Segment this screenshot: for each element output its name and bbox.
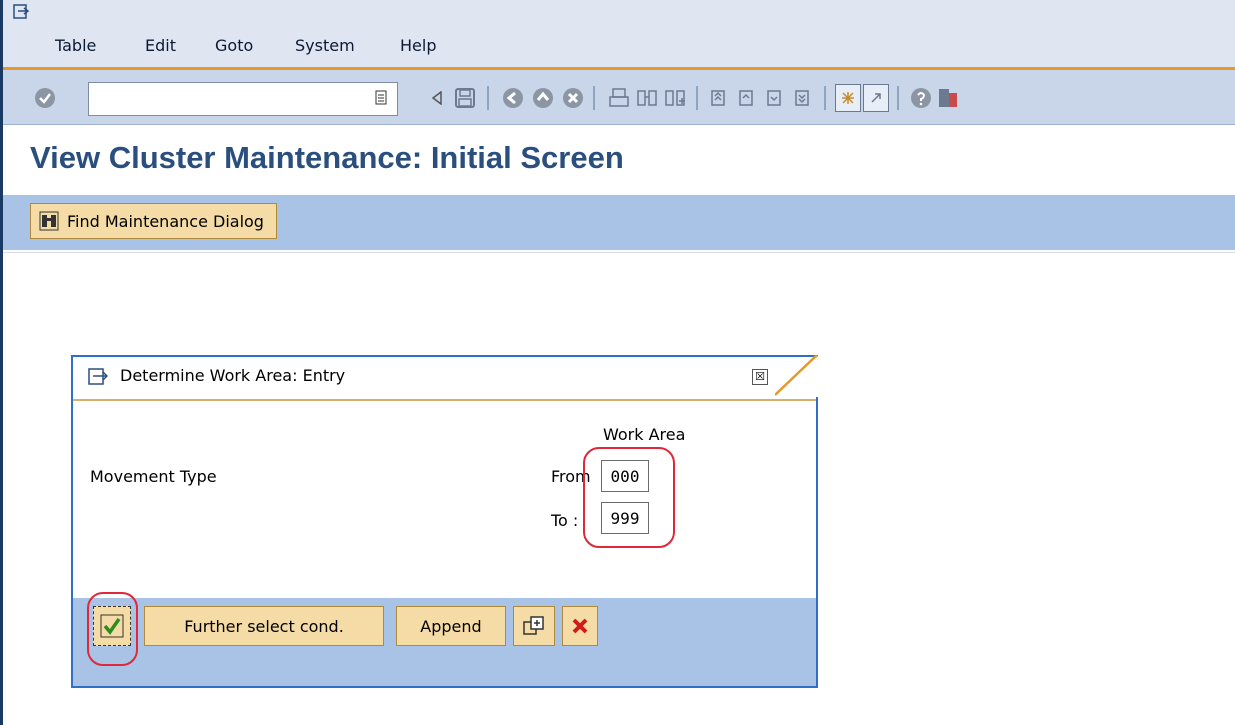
back-icon[interactable] [500,84,526,112]
dialog-menu-icon[interactable] [88,367,108,387]
cancel-x-icon [572,618,588,634]
page-title: View Cluster Maintenance: Initial Screen [30,140,624,175]
cancel-dialog-button[interactable] [562,606,598,646]
command-field[interactable] [88,82,398,116]
work-area-header: Work Area [603,425,686,444]
find-maintenance-dialog-button[interactable]: Find Maintenance Dialog [30,203,277,239]
next-page-icon[interactable] [762,84,788,112]
menu-table[interactable]: Table [55,36,96,55]
find-next-icon[interactable] [662,84,688,112]
to-label: To : [551,511,579,530]
menu-goto[interactable]: Goto [215,36,253,55]
binoculars-icon [39,211,59,231]
create-session-icon[interactable] [835,84,861,112]
enter-check-icon[interactable] [32,84,58,112]
command-history-icon[interactable] [368,84,394,112]
toolbar-separator [593,86,595,110]
dialog-corner-accent [775,355,819,397]
movement-type-label: Movement Type [90,467,217,486]
previous-page-icon[interactable] [734,84,760,112]
print-icon[interactable] [606,84,632,112]
toolbar-separator [897,86,899,110]
save-icon[interactable] [452,84,478,112]
further-select-cond-button[interactable]: Further select cond. [144,606,384,646]
cancel-icon[interactable] [560,84,586,112]
dialog-title: Determine Work Area: Entry [120,366,346,385]
first-page-icon[interactable] [706,84,732,112]
exit-icon[interactable] [530,84,556,112]
toolbar-separator [487,86,489,110]
back-triangle-icon[interactable] [424,84,450,112]
help-icon[interactable] [908,84,934,112]
highlight-ellipse-continue [87,592,138,666]
menu-bar [3,0,1235,70]
toolbar-separator [824,86,826,110]
toolbar-separator [696,86,698,110]
menu-help[interactable]: Help [400,36,436,55]
last-page-icon[interactable] [790,84,816,112]
menu-system[interactable]: System [295,36,355,55]
find-icon[interactable] [634,84,660,112]
dialog-close-icon[interactable]: ☒ [752,369,768,385]
sap-menu-icon[interactable] [13,4,29,20]
append-button[interactable]: Append [396,606,506,646]
menu-edit[interactable]: Edit [145,36,176,55]
content-divider [3,252,1235,253]
shortcut-icon[interactable] [863,84,889,112]
copy-screen-icon [523,616,544,635]
more-options-button[interactable] [513,606,555,646]
find-button-label: Find Maintenance Dialog [67,211,264,231]
highlight-ellipse-fields [583,447,675,548]
customize-layout-icon[interactable] [935,84,961,112]
